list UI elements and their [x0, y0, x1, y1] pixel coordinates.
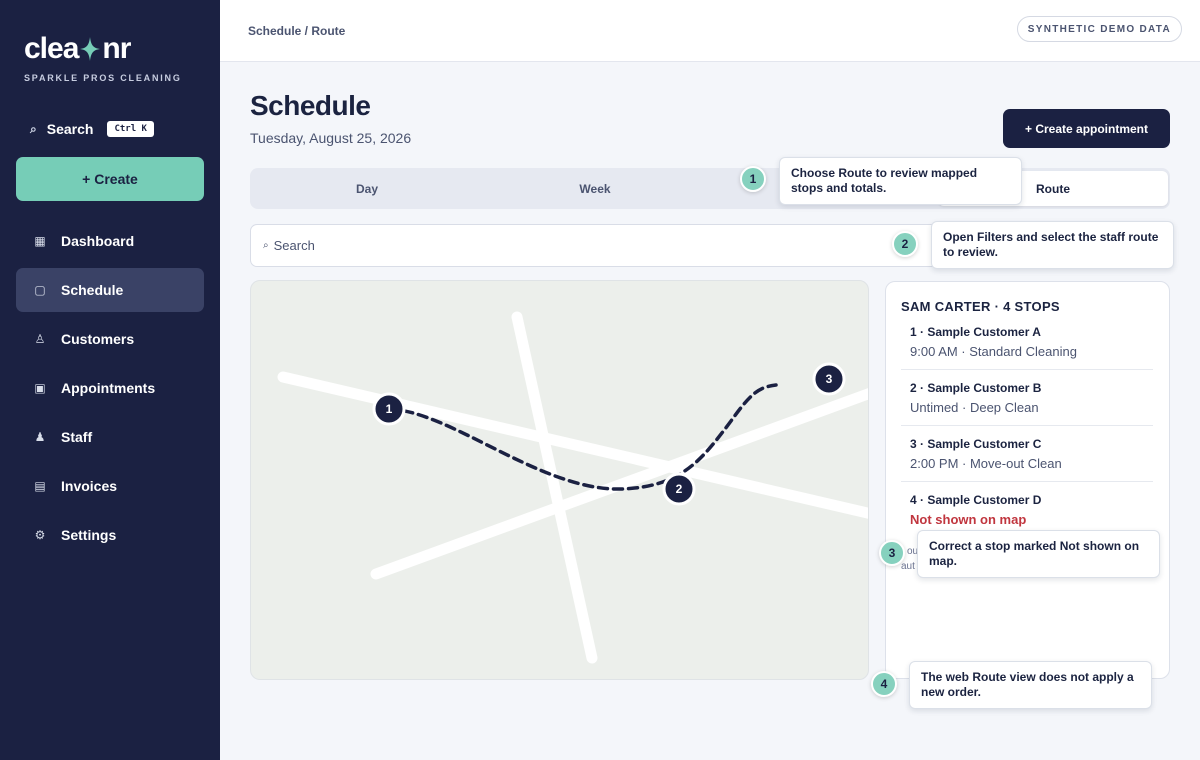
sidebar-item-customers[interactable]: ♙ Customers: [16, 317, 204, 361]
divider: [901, 425, 1153, 426]
person-icon: ♙: [34, 332, 46, 346]
sidebar-search-label: Search: [46, 121, 94, 137]
callout-2: Open Filters and select the staff route …: [931, 221, 1174, 269]
search-icon: ⌕: [30, 121, 37, 136]
brand-tagline: SPARKLE PROS CLEANING: [24, 73, 182, 83]
stops-panel: SAM CARTER · 4 STOPS 1 · Sample Customer…: [885, 281, 1170, 679]
callout-3: Correct a stop marked Not shown on map.: [917, 530, 1160, 578]
top-bar: Schedule / Route SYNTHETIC DEMO DATA: [220, 0, 1200, 62]
stop-name: 4 · Sample Customer D: [910, 493, 1042, 507]
sidebar-search[interactable]: ⌕ Search Ctrl K: [30, 121, 154, 137]
stop-item[interactable]: 1 · Sample Customer A 9:00 AM · Standard…: [910, 325, 1153, 359]
stop-name: 2 · Sample Customer B: [910, 381, 1042, 395]
sidebar-item-invoices[interactable]: ▤ Invoices: [16, 464, 204, 508]
tab-day[interactable]: Day: [252, 168, 482, 209]
sidebar-item-schedule[interactable]: ▢ Schedule: [16, 268, 204, 312]
sidebar-item-label: Invoices: [61, 478, 118, 494]
sidebar-item-dashboard[interactable]: ▦ Dashboard: [16, 219, 204, 263]
stop-item[interactable]: 4 · Sample Customer D Not shown on map: [910, 493, 1153, 527]
marker-label: 3: [826, 372, 833, 386]
demo-data-badge: SYNTHETIC DEMO DATA: [1016, 16, 1182, 42]
map-road: [277, 371, 868, 519]
breadcrumb: Schedule / Route: [248, 24, 346, 38]
stop-item[interactable]: 2 · Sample Customer B Untimed · Deep Cle…: [910, 381, 1153, 415]
route-map[interactable]: 1 2 3: [250, 280, 869, 680]
square-icon: ▣: [34, 381, 46, 395]
stop-warning: Not shown on map: [910, 512, 1027, 527]
sidebar-item-label: Staff: [61, 429, 93, 445]
callout-badge-1: 1: [740, 166, 766, 192]
page-date: Tuesday, August 25, 2026: [250, 130, 412, 146]
sidebar-nav: ▦ Dashboard ▢ Schedule ♙ Customers ▣ App…: [16, 219, 204, 562]
stop-name: 1 · Sample Customer A: [910, 325, 1041, 339]
brand-logo[interactable]: clea nr: [24, 32, 131, 66]
gear-icon: ⚙: [34, 528, 46, 542]
callout-1: Choose Route to review mapped stops and …: [779, 157, 1022, 205]
marker-label: 2: [676, 482, 683, 496]
callout-badge-2: 2: [892, 231, 918, 257]
grid-icon: ▦: [34, 234, 46, 248]
sidebar-item-label: Appointments: [61, 380, 156, 396]
map-marker-3[interactable]: 3: [812, 362, 846, 396]
stop-detail: 2:00 PM · Move-out Clean: [910, 456, 1062, 471]
sparkle-icon: [80, 37, 101, 61]
search-placeholder: Search: [273, 238, 315, 253]
sidebar-item-label: Settings: [61, 527, 117, 543]
tab-week[interactable]: Week: [480, 168, 710, 209]
sidebar-item-appointments[interactable]: ▣ Appointments: [16, 366, 204, 410]
view-tabs: Day Week Route: [250, 168, 1170, 209]
map-canvas: 1 2 3: [277, 311, 868, 664]
map-marker-2[interactable]: 2: [662, 472, 696, 506]
callout-4: The web Route view does not apply a new …: [909, 661, 1152, 709]
map-road: [511, 311, 598, 664]
callout-badge-4: 4: [871, 671, 897, 697]
logo-text-right: nr: [102, 32, 131, 65]
document-icon: ▤: [34, 479, 46, 493]
stop-name: 3 · Sample Customer C: [910, 437, 1042, 451]
stop-item[interactable]: 3 · Sample Customer C 2:00 PM · Move-out…: [910, 437, 1153, 471]
map-marker-1[interactable]: 1: [372, 392, 406, 426]
sidebar: clea nr SPARKLE PROS CLEANING ⌕ Search C…: [0, 0, 220, 760]
create-button[interactable]: + Create: [16, 157, 204, 201]
search-icon: ⌕: [263, 240, 269, 251]
stop-detail: Untimed · Deep Clean: [910, 400, 1039, 415]
page-title: Schedule: [250, 90, 371, 121]
sidebar-item-label: Customers: [61, 331, 135, 347]
calendar-icon: ▢: [34, 283, 46, 297]
logo-text-left: clea: [24, 32, 79, 65]
stop-detail: 9:00 AM · Standard Cleaning: [910, 344, 1077, 359]
sidebar-item-staff[interactable]: ♟ Staff: [16, 415, 204, 459]
sidebar-item-settings[interactable]: ⚙ Settings: [16, 513, 204, 557]
keyboard-shortcut: Ctrl K: [107, 121, 154, 137]
staff-icon: ♟: [34, 430, 46, 444]
callout-badge-3: 3: [879, 540, 905, 566]
marker-label: 1: [386, 402, 393, 416]
create-appointment-button[interactable]: + Create appointment: [1003, 109, 1170, 148]
sidebar-item-label: Schedule: [61, 282, 124, 298]
stops-header: SAM CARTER · 4 STOPS: [901, 299, 1060, 314]
divider: [901, 369, 1153, 370]
divider: [901, 481, 1153, 482]
sidebar-item-label: Dashboard: [61, 233, 135, 249]
